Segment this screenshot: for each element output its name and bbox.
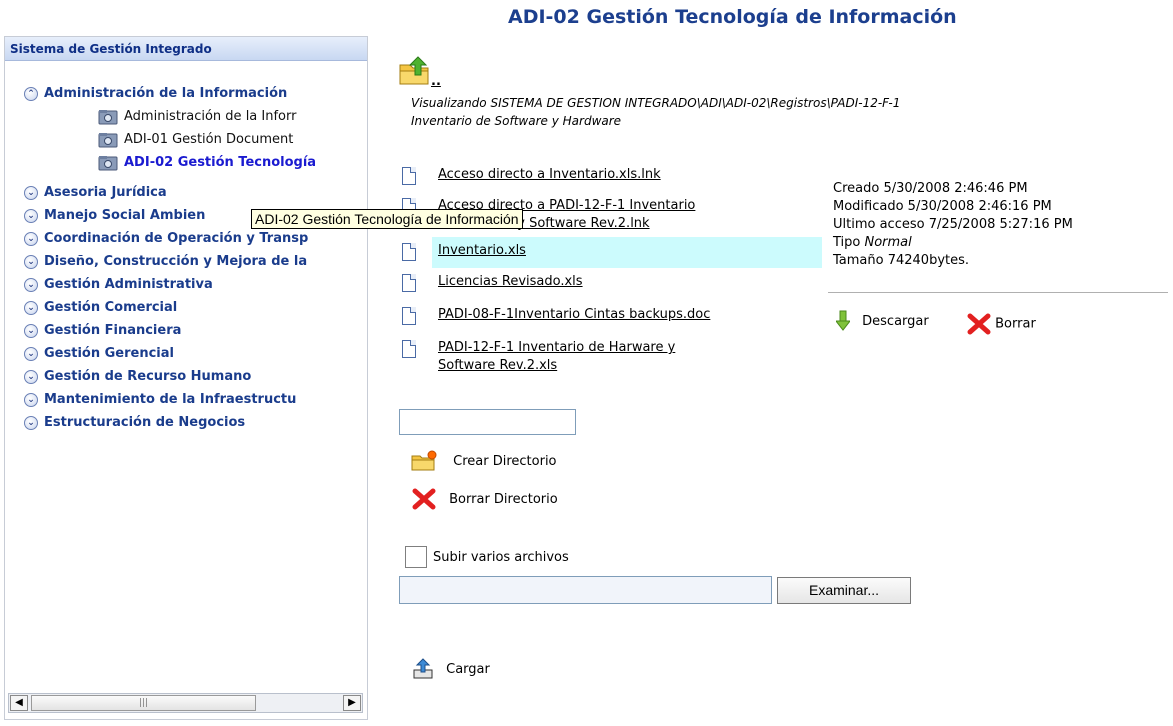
red-x-icon — [967, 313, 991, 335]
expand-icon[interactable]: ⌄ — [24, 254, 38, 269]
panel-header: Sistema de Gestión Integrado — [5, 37, 367, 61]
parent-directory-link[interactable]: .. — [431, 74, 441, 89]
scroll-right-button[interactable]: ▶ — [343, 695, 361, 711]
upload-icon — [413, 658, 433, 679]
tree-node-recurso-humano[interactable]: ⌄ Gestión de Recurso Humano — [24, 367, 251, 387]
tree-node-estructuracion[interactable]: ⌄ Estructuración de Negocios — [24, 413, 245, 433]
last-access-date: Ultimo acceso 7/25/2008 5:27:16 PM — [833, 217, 1073, 232]
folder-shortcut-icon — [98, 155, 118, 170]
file-icon — [402, 167, 416, 185]
tree-node-administracion-informacion[interactable]: ⌃ Administración de la Información — [24, 84, 287, 104]
tree-node-gestion-gerencial[interactable]: ⌄ Gestión Gerencial — [24, 344, 174, 364]
tree-node-asesoria-juridica[interactable]: ⌄ Asesoria Jurídica — [24, 183, 167, 203]
expand-icon[interactable]: ⌄ — [24, 208, 38, 223]
modified-date: Modificado 5/30/2008 2:46:16 PM — [833, 199, 1052, 214]
file-size: Tamaño 74240bytes. — [833, 253, 970, 268]
file-icon — [402, 243, 416, 261]
page-title: ADI-02 Gestión Tecnología de Información — [508, 6, 957, 28]
delete-file-button[interactable]: Borrar — [967, 313, 1036, 335]
multi-upload-checkbox[interactable] — [405, 546, 427, 568]
tree-node-gestion-financiera[interactable]: ⌄ Gestión Financiera — [24, 321, 181, 341]
expand-icon[interactable]: ⌄ — [24, 185, 38, 200]
tree-child-adi-02[interactable]: ADI-02 Gestión Tecnología — [98, 153, 316, 173]
tree-view[interactable]: ⌃ Administración de la Información Admini… — [5, 61, 367, 691]
tooltip: ADI-02 Gestión Tecnología de Información — [251, 209, 523, 229]
expand-icon[interactable]: ⌄ — [24, 346, 38, 361]
tree-child-adi-01[interactable]: ADI-01 Gestión Document — [98, 130, 293, 150]
expand-icon[interactable]: ⌄ — [24, 231, 38, 246]
red-x-icon — [412, 488, 436, 510]
expand-icon[interactable]: ⌄ — [24, 277, 38, 292]
file-type: Tipo Normal — [833, 235, 912, 250]
expand-icon[interactable]: ⌄ — [24, 300, 38, 315]
tree-node-coordinacion[interactable]: ⌄ Coordinación de Operación y Transp — [24, 229, 308, 249]
divider — [828, 292, 1168, 293]
multi-upload-label: Subir varios archivos — [433, 550, 569, 565]
expand-icon[interactable]: ⌄ — [24, 392, 38, 407]
scrollbar-thumb[interactable]: ||| — [31, 695, 256, 711]
collapse-icon[interactable]: ⌃ — [24, 86, 38, 101]
folder-shortcut-icon — [98, 132, 118, 147]
tree-panel: Sistema de Gestión Integrado ⌃ Administra… — [4, 36, 368, 720]
expand-icon[interactable]: ⌄ — [24, 323, 38, 338]
download-button[interactable]: Descargar — [834, 310, 929, 332]
download-arrow-icon — [834, 310, 852, 331]
tree-node-diseno[interactable]: ⌄ Diseño, Construcción y Mejora de la — [24, 252, 307, 272]
tree-node-label: Administración de la Información — [44, 86, 288, 101]
browse-button[interactable]: Examinar... — [777, 577, 911, 604]
file-path-input[interactable] — [399, 576, 772, 604]
new-folder-icon — [411, 450, 437, 471]
up-folder-icon[interactable] — [398, 55, 432, 87]
current-path-continued: Inventario de Software y Hardware — [411, 114, 622, 128]
expand-icon[interactable]: ⌄ — [24, 415, 38, 430]
tree-node-manejo-social[interactable]: ⌄ Manejo Social Ambien — [24, 206, 205, 226]
scroll-left-button[interactable]: ◀ — [10, 695, 28, 711]
file-icon — [402, 274, 416, 292]
expand-icon[interactable]: ⌄ — [24, 369, 38, 384]
file-icon — [402, 340, 416, 358]
create-directory-button[interactable]: Crear Directorio — [411, 450, 557, 472]
upload-button[interactable]: Cargar — [412, 658, 490, 680]
tree-child-administracion[interactable]: Administración de la Inforr — [98, 107, 296, 127]
folder-shortcut-icon — [98, 109, 118, 124]
current-path: Visualizando SISTEMA DE GESTION INTEGRAD… — [411, 96, 901, 110]
horizontal-scrollbar[interactable]: ◀ ||| ▶ — [8, 693, 363, 713]
created-date: Creado 5/30/2008 2:46:46 PM — [833, 181, 1028, 196]
tree-node-gestion-administrativa[interactable]: ⌄ Gestión Administrativa — [24, 275, 213, 295]
directory-name-input[interactable] — [399, 409, 576, 435]
file-icon — [402, 307, 416, 325]
delete-directory-button[interactable]: Borrar Directorio — [411, 487, 558, 511]
tree-node-gestion-comercial[interactable]: ⌄ Gestión Comercial — [24, 298, 177, 318]
tree-node-mantenimiento[interactable]: ⌄ Mantenimiento de la Infraestructu — [24, 390, 296, 410]
